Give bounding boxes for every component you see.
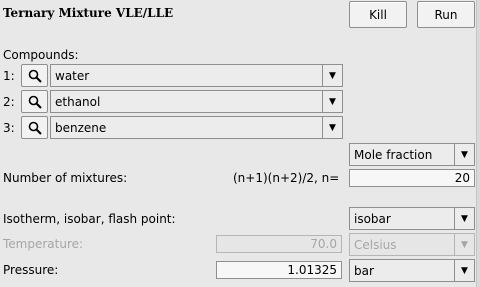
compound-index-3: 3: xyxy=(3,121,15,135)
pressure-input[interactable]: 1.01325 xyxy=(216,261,342,279)
window-title: Ternary Mixture VLE/LLE xyxy=(3,6,174,20)
kill-button[interactable]: Kill xyxy=(349,1,407,28)
composition-unit-select[interactable]: Mole fraction ▼ xyxy=(349,143,475,166)
search-icon xyxy=(28,69,42,83)
composition-unit-value: Mole fraction xyxy=(354,147,433,162)
chevron-down-icon[interactable]: ▼ xyxy=(454,234,474,255)
compounds-label: Compounds: xyxy=(3,48,79,62)
chevron-down-icon[interactable]: ▼ xyxy=(454,208,474,229)
mixtures-label: Number of mixtures: xyxy=(3,171,128,185)
mode-label: Isotherm, isobar, flash point: xyxy=(3,212,176,226)
mode-select[interactable]: isobar ▼ xyxy=(349,207,475,230)
chevron-down-icon[interactable]: ▼ xyxy=(454,144,474,165)
compound-1-search-button[interactable] xyxy=(21,64,48,87)
pressure-unit-select[interactable]: bar ▼ xyxy=(349,259,475,282)
compound-1-combo[interactable]: water ▼ xyxy=(50,64,343,87)
mixtures-formula: (n+1)(n+2)/2, n= xyxy=(233,171,340,185)
temperature-label: Temperature: xyxy=(3,237,84,251)
search-icon xyxy=(28,121,42,135)
search-icon xyxy=(28,95,42,109)
compound-3-search-button[interactable] xyxy=(21,116,48,139)
mode-value: isobar xyxy=(354,211,391,226)
run-button[interactable]: Run xyxy=(417,1,475,28)
compound-3-value: benzene xyxy=(55,120,107,135)
compound-2-combo[interactable]: ethanol ▼ xyxy=(50,90,343,113)
compound-index-1: 1: xyxy=(3,69,15,83)
temperature-unit-select[interactable]: Celsius ▼ xyxy=(349,233,475,256)
compound-index-2: 2: xyxy=(3,95,15,109)
scrollbar-edge xyxy=(476,0,480,287)
mixtures-count-input[interactable]: 20 xyxy=(349,169,475,187)
pressure-unit-value: bar xyxy=(354,263,374,278)
compound-2-value: ethanol xyxy=(55,94,101,109)
chevron-down-icon[interactable]: ▼ xyxy=(322,65,342,86)
chevron-down-icon[interactable]: ▼ xyxy=(454,260,474,281)
compound-3-combo[interactable]: benzene ▼ xyxy=(50,116,343,139)
temperature-unit-value: Celsius xyxy=(354,237,397,252)
pressure-label: Pressure: xyxy=(3,263,59,277)
chevron-down-icon[interactable]: ▼ xyxy=(322,91,342,112)
chevron-down-icon[interactable]: ▼ xyxy=(322,117,342,138)
compound-2-search-button[interactable] xyxy=(21,90,48,113)
temperature-input[interactable]: 70.0 xyxy=(216,235,342,253)
compound-1-value: water xyxy=(55,68,90,83)
